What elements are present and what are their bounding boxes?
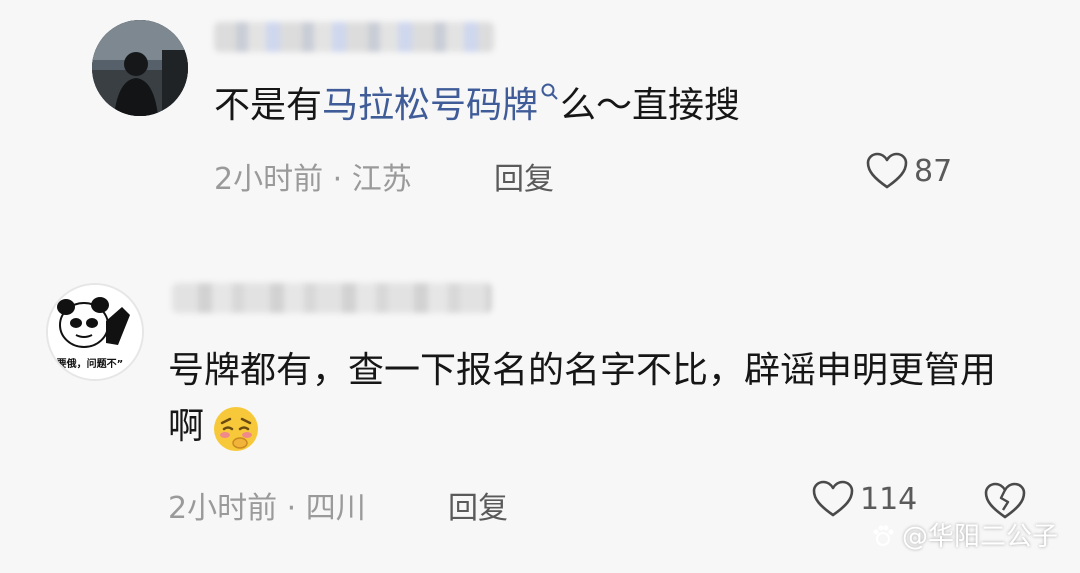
avatar[interactable]: “要俄，问题不” xyxy=(46,283,144,381)
avatar-photo xyxy=(92,20,188,116)
comment-text: 不是有马拉松号码牌 么～直接搜 xyxy=(214,78,740,134)
comment-time-location: 2小时前 · 江苏 xyxy=(214,162,412,197)
like-count: 87 xyxy=(914,153,953,189)
reply-button[interactable]: 回复 xyxy=(448,483,508,527)
watermark-text: @华阳二公子 xyxy=(901,522,1058,552)
like-button[interactable]: 114 xyxy=(812,480,917,518)
comment-text-part: 不是有 xyxy=(214,85,323,126)
shy-emoji-icon xyxy=(214,407,259,451)
broken-heart-icon xyxy=(984,482,1026,519)
username-blurred[interactable] xyxy=(214,22,494,52)
watermark: @华阳二公子 xyxy=(870,516,1058,553)
heart-icon xyxy=(812,480,854,517)
search-icon[interactable] xyxy=(540,82,560,102)
comment-text-part: 号牌都有，查一下报名的名字不比，辟谣申明更管用啊 xyxy=(168,350,997,447)
like-count: 114 xyxy=(860,481,918,517)
comment-text-part: 么～直接搜 xyxy=(560,85,741,126)
like-button[interactable]: 87 xyxy=(866,152,952,190)
comment-text: 号牌都有，查一下报名的名字不比，辟谣申明更管用啊 xyxy=(168,343,1028,455)
avatar-caption: “要俄，问题不” xyxy=(50,359,124,370)
reply-button[interactable]: 回复 xyxy=(494,154,554,198)
search-keyword-link[interactable]: 马拉松号码牌 xyxy=(322,85,538,126)
comment-time-location: 2小时前 · 四川 xyxy=(168,491,366,526)
paw-logo-icon xyxy=(873,525,894,546)
username-blurred[interactable] xyxy=(172,283,492,313)
heart-icon xyxy=(866,152,908,189)
avatar[interactable] xyxy=(92,20,188,116)
